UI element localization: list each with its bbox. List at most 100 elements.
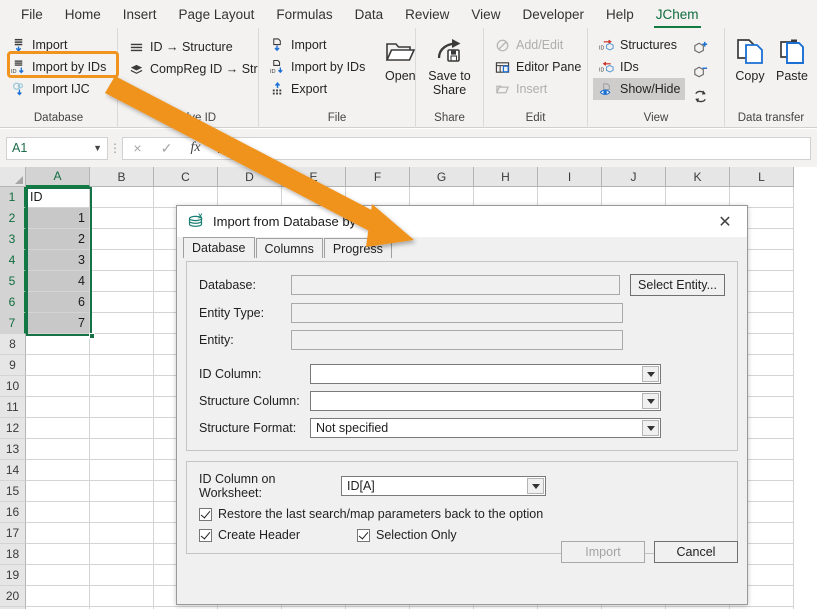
id-column-select[interactable] — [310, 364, 661, 384]
ribbon-button-add-edit[interactable]: Add/Edit — [489, 34, 586, 56]
row-header-17[interactable]: 17 — [0, 523, 26, 544]
cell-A8[interactable] — [26, 334, 90, 355]
row-header-5[interactable]: 5 — [0, 271, 26, 292]
row-header-1[interactable]: 1 — [0, 187, 26, 208]
column-header-e[interactable]: E — [282, 167, 346, 187]
row-header-7[interactable]: 7 — [0, 313, 26, 334]
ribbon-button-file-export[interactable]: Export — [264, 78, 370, 100]
column-header-h[interactable]: H — [474, 167, 538, 187]
cell-B5[interactable] — [90, 271, 154, 292]
ribbon-button-open[interactable]: Open — [382, 32, 418, 111]
cell-A12[interactable] — [26, 418, 90, 439]
cell-A7[interactable]: 7 — [26, 313, 90, 334]
row-header-19[interactable]: 19 — [0, 565, 26, 586]
cell-A14[interactable] — [26, 460, 90, 481]
cell-B7[interactable] — [90, 313, 154, 334]
structure-format-select[interactable]: Not specified — [310, 418, 661, 438]
cell-B17[interactable] — [90, 523, 154, 544]
row-header-12[interactable]: 12 — [0, 418, 26, 439]
insert-function-icon[interactable]: fx — [181, 138, 210, 159]
cell-B10[interactable] — [90, 376, 154, 397]
selection-fill-handle[interactable] — [89, 333, 95, 339]
cell-B1[interactable] — [90, 187, 154, 208]
row-header-15[interactable]: 15 — [0, 481, 26, 502]
structure-column-select[interactable] — [310, 391, 661, 411]
column-header-d[interactable]: D — [218, 167, 282, 187]
chevron-down-icon[interactable] — [527, 478, 544, 494]
import-button[interactable]: Import — [561, 541, 645, 563]
ribbon-tab-view[interactable]: View — [460, 1, 511, 27]
ribbon-button-compreg-id-to-structure[interactable]: CompReg ID → Str — [123, 58, 263, 80]
chevron-down-icon[interactable] — [642, 366, 659, 382]
cell-B3[interactable] — [90, 229, 154, 250]
chevron-down-icon[interactable] — [642, 393, 659, 409]
ribbon-button-file-import[interactable]: Import — [264, 34, 370, 56]
ribbon-button-id-to-structure[interactable]: ID → Structure — [123, 36, 263, 58]
cancel-button[interactable]: Cancel — [654, 541, 738, 563]
dialog-tab-columns[interactable]: Columns — [256, 238, 323, 259]
cell-A9[interactable] — [26, 355, 90, 376]
cell-A20[interactable] — [26, 586, 90, 607]
dialog-tab-progress[interactable]: Progress — [324, 238, 392, 259]
ribbon-tab-formulas[interactable]: Formulas — [265, 1, 343, 27]
cell-B18[interactable] — [90, 544, 154, 565]
row-header-16[interactable]: 16 — [0, 502, 26, 523]
cell-A19[interactable] — [26, 565, 90, 586]
chevron-down-icon[interactable] — [642, 420, 659, 436]
column-header-g[interactable]: G — [410, 167, 474, 187]
zoom-in-structure-icon[interactable] — [689, 38, 711, 60]
cell-B13[interactable] — [90, 439, 154, 460]
ribbon-tab-jchem[interactable]: JChem — [645, 1, 710, 27]
column-header-i[interactable]: I — [538, 167, 602, 187]
cell-A13[interactable] — [26, 439, 90, 460]
cell-B6[interactable] — [90, 292, 154, 313]
cell-A11[interactable] — [26, 397, 90, 418]
cell-B4[interactable] — [90, 250, 154, 271]
ribbon-tab-developer[interactable]: Developer — [511, 1, 595, 27]
cell-B9[interactable] — [90, 355, 154, 376]
column-header-k[interactable]: K — [666, 167, 730, 187]
ribbon-tab-file[interactable]: File — [10, 1, 54, 27]
selection-only-checkbox[interactable] — [357, 529, 370, 542]
ribbon-button-paste[interactable]: Paste — [772, 32, 812, 111]
select-all-corner[interactable] — [0, 167, 26, 187]
row-header-13[interactable]: 13 — [0, 439, 26, 460]
restore-parameters-checkbox[interactable] — [199, 508, 212, 521]
row-header-3[interactable]: 3 — [0, 229, 26, 250]
row-header-20[interactable]: 20 — [0, 586, 26, 607]
column-header-a[interactable]: A — [26, 167, 90, 187]
row-header-9[interactable]: 9 — [0, 355, 26, 376]
row-header-6[interactable]: 6 — [0, 292, 26, 313]
row-header-11[interactable]: 11 — [0, 397, 26, 418]
cell-B20[interactable] — [90, 586, 154, 607]
row-header-18[interactable]: 18 — [0, 544, 26, 565]
select-entity-button[interactable]: Select Entity... — [630, 274, 725, 296]
column-header-c[interactable]: C — [154, 167, 218, 187]
cell-A15[interactable] — [26, 481, 90, 502]
ribbon-button-editor-pane[interactable]: Editor Pane — [489, 56, 586, 78]
cell-B15[interactable] — [90, 481, 154, 502]
ribbon-button-ids[interactable]: ID IDs — [593, 56, 685, 78]
row-header-2[interactable]: 2 — [0, 208, 26, 229]
cell-A6[interactable]: 6 — [26, 292, 90, 313]
row-header-14[interactable]: 14 — [0, 460, 26, 481]
cell-B19[interactable] — [90, 565, 154, 586]
close-icon[interactable]: ✕ — [703, 206, 747, 237]
cell-A17[interactable] — [26, 523, 90, 544]
ribbon-button-import-ijc[interactable]: Import IJC — [5, 78, 111, 100]
column-header-l[interactable]: L — [730, 167, 794, 187]
ribbon-tab-data[interactable]: Data — [344, 1, 395, 27]
cell-B16[interactable] — [90, 502, 154, 523]
name-box[interactable]: A1 ▼ — [6, 137, 108, 160]
ribbon-button-import-database[interactable]: Import — [5, 34, 111, 56]
formula-input[interactable]: ID — [210, 137, 811, 160]
row-header-10[interactable]: 10 — [0, 376, 26, 397]
ribbon-tab-review[interactable]: Review — [394, 1, 460, 27]
refresh-structure-icon[interactable] — [689, 86, 711, 108]
cell-A5[interactable]: 4 — [26, 271, 90, 292]
zoom-out-structure-icon[interactable] — [689, 62, 711, 84]
cell-B2[interactable] — [90, 208, 154, 229]
cancel-edit-icon[interactable]: × — [123, 138, 152, 159]
cell-B12[interactable] — [90, 418, 154, 439]
cell-A18[interactable] — [26, 544, 90, 565]
